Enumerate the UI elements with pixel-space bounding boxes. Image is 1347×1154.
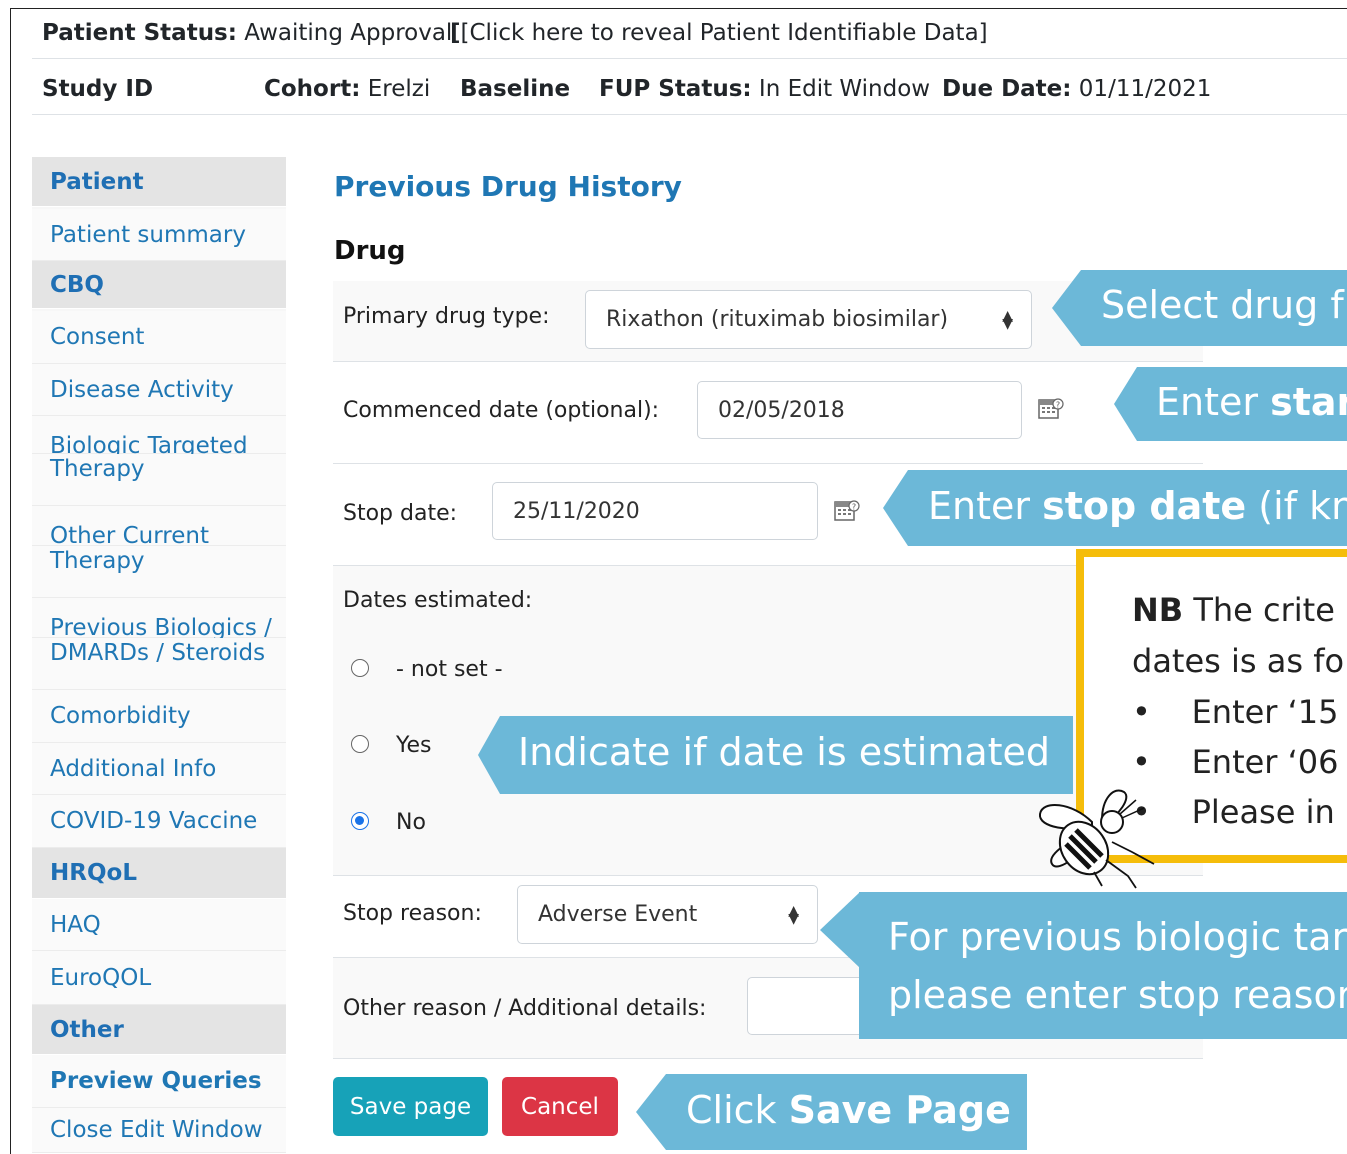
sidebar-item[interactable]: Preview Queries [32,1055,286,1108]
nb-line-2: dates is as fo [1132,642,1345,680]
callout-arrow [478,716,500,794]
calendar-icon[interactable]: ? [1038,397,1064,421]
sidebar-item[interactable]: Other Current [32,506,286,549]
cancel-button[interactable]: Cancel [502,1077,618,1136]
nb-bullet-1: • Enter ‘15 [1132,693,1339,731]
radio-yes-label: Yes [396,733,432,758]
radio-not-set-label: - not set - [396,657,503,682]
patient-status: Patient Status: Awaiting Approval [42,20,453,46]
sort-caret-icon: ▲ ▼ [788,902,799,927]
nb-line-1: NB The crite [1132,591,1335,629]
callout-arrow [820,892,860,968]
stop-reason-value: Adverse Event [538,902,698,927]
callout-arrow [1052,270,1081,346]
calendar-icon[interactable]: ? [834,499,860,523]
callout-enter-stop: Enter stop date (if kn [908,470,1347,546]
sidebar-heading: HRQoL [32,848,286,899]
sidebar-item[interactable]: Disease Activity [32,364,286,416]
bee-logo [1039,789,1155,889]
row-divider [333,361,1203,362]
sidebar-item[interactable]: Close Edit Window [32,1108,286,1153]
row-divider [333,1058,1203,1059]
section-heading: Drug [334,236,406,266]
callout-click-save: Click Save Page [666,1074,1027,1150]
sidebar-item[interactable]: Therapy [32,454,286,506]
sidebar-item[interactable]: Previous Biologics / [32,598,286,641]
stop-date-input[interactable]: 25/11/2020 [492,482,818,540]
radio-yes[interactable] [351,735,369,753]
primary-drug-select[interactable]: Rixathon (rituximab biosimilar) ▲ ▼ [585,290,1032,349]
baseline-label: Baseline [460,76,571,102]
radio-not-set[interactable] [351,659,369,677]
callout-arrow [883,470,908,546]
other-reason-label: Other reason / Additional details: [343,996,707,1021]
sidebar-item[interactable]: Therapy [32,546,286,598]
primary-drug-value: Rixathon (rituximab biosimilar) [606,307,949,332]
dates-estimated-label: Dates estimated: [343,588,533,613]
reveal-pid-link[interactable]: [[Click here to reveal Patient Identifia… [450,20,988,46]
callout-select-drug: Select drug f [1081,270,1347,346]
primary-drug-label: Primary drug type: [343,304,550,329]
callout-stop-reason: For previous biologic tar please enter s… [859,892,1347,1039]
callout-enter-start: Enter star [1137,367,1347,441]
sidebar-item[interactable]: DMARDs / Steroids [32,638,286,690]
sidebar-item[interactable]: Patient summary [32,209,286,261]
sidebar-item[interactable]: Consent [32,311,286,364]
callout-indicate-estimated: Indicate if date is estimated [500,716,1073,794]
save-page-button[interactable]: Save page [333,1077,488,1136]
sort-caret-icon: ▲ ▼ [1002,307,1013,332]
stop-reason-label: Stop reason: [343,901,482,926]
sidebar-heading: Other [32,1005,286,1055]
svg-text:?: ? [1056,401,1060,410]
sidebar-heading: Patient [32,157,286,207]
svg-text:?: ? [852,503,856,512]
callout-arrow [1114,367,1137,441]
commenced-date-value: 02/05/2018 [718,397,845,423]
sidebar-item[interactable]: Comorbidity [32,690,286,743]
header-divider-2 [32,114,1347,115]
sidebar-item[interactable]: EuroQOL [32,951,286,1005]
cohort: Cohort: Erelzi [264,76,431,102]
callout-arrow [636,1074,666,1150]
sidebar-item[interactable]: Biologic Targeted [32,416,286,459]
radio-no[interactable] [351,812,369,830]
study-id: Study ID [42,76,154,102]
commenced-date-input[interactable]: 02/05/2018 [697,381,1022,439]
radio-no-label: No [396,810,426,835]
sidebar: Patient Patient summary CBQ Consent Disease … [32,157,286,1153]
stop-reason-select[interactable]: Adverse Event ▲ ▼ [517,885,818,944]
page-title: Previous Drug History [334,170,682,203]
commenced-date-label: Commenced date (optional): [343,398,660,423]
sidebar-item[interactable]: Additional Info [32,743,286,795]
row-divider [333,463,1203,464]
stop-date-value: 25/11/2020 [513,498,640,524]
sidebar-heading: CBQ [32,261,286,309]
nb-bullet-2: • Enter ‘06 [1132,743,1339,781]
header-divider [32,58,1347,59]
stop-date-label: Stop date: [343,501,458,526]
reveal-pid-text: [Click here to reveal Patient Identifiab… [460,20,988,46]
fup-status: FUP Status: In Edit Window [599,76,931,102]
due-date: Due Date: 01/11/2021 [942,76,1212,102]
sidebar-item[interactable]: HAQ [32,899,286,951]
sidebar-item[interactable]: COVID-19 Vaccine [32,795,286,848]
